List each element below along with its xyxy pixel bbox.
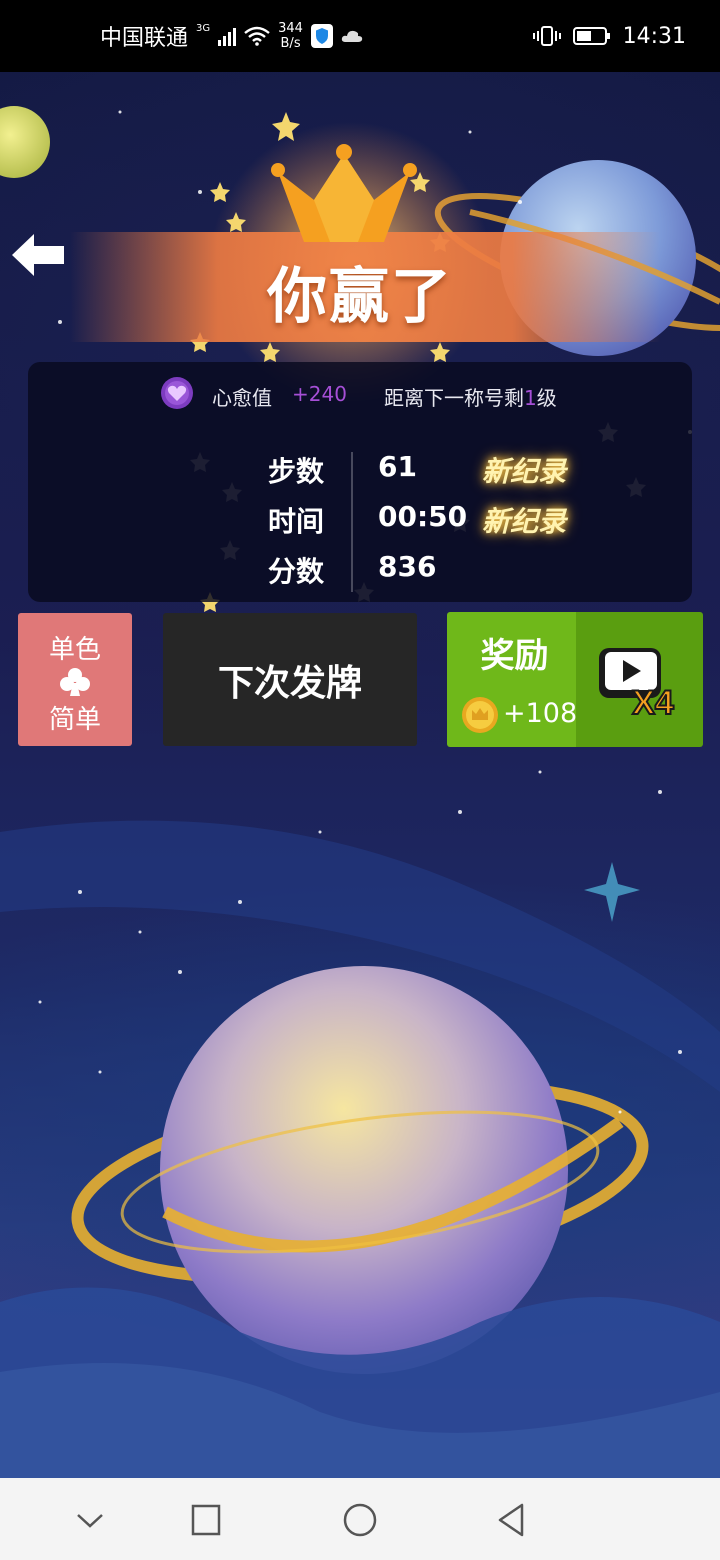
win-title: 你赢了	[267, 262, 453, 332]
reward-amount: +108	[503, 698, 578, 729]
reward-title: 奖励	[480, 636, 549, 676]
stat-label: 步数	[268, 455, 325, 488]
club-icon	[60, 668, 90, 696]
battery-icon	[572, 27, 610, 45]
signal-icon	[218, 26, 237, 46]
new-record-badge: 新纪录	[482, 455, 567, 488]
mode-difficulty: 简单	[48, 705, 101, 735]
video-play-icon: X4	[599, 648, 675, 722]
stat-value: 61	[378, 450, 417, 483]
next-title-prefix: 距离下一称号剩	[384, 386, 524, 410]
heal-value-row: 心愈值 +240 距离下一称号剩1级	[28, 377, 692, 411]
stat-row-time: 时间 00:50 新纪录	[28, 498, 692, 538]
stat-value: 836	[378, 550, 437, 583]
reward-multiplier: X4	[632, 684, 674, 722]
crown-icon	[271, 144, 417, 242]
moon-decoration	[0, 106, 50, 178]
purple-heart-icon	[161, 377, 193, 409]
stats-divider	[351, 452, 353, 592]
speed-value: 344	[278, 21, 303, 36]
heal-label: 心愈值	[212, 386, 272, 410]
difficulty-mode-button[interactable]: 单色 简单	[18, 613, 132, 746]
game-screen: 你赢了 心愈值 +240 距离下一称号剩1级 步数 61 新纪录 时间 00:5…	[0, 72, 720, 1478]
cloud-icon	[341, 30, 363, 42]
status-left: 中国联通 3G 344 B/s	[100, 20, 363, 52]
stat-row-score: 分数 836	[28, 548, 692, 588]
status-right: 14:31	[532, 23, 686, 49]
stat-label: 时间	[268, 505, 325, 538]
clock: 14:31	[622, 23, 686, 49]
heal-plus: +240	[292, 382, 347, 406]
network-type: 3G	[196, 22, 211, 34]
stat-label: 分数	[268, 555, 325, 588]
result-stats-panel: 心愈值 +240 距离下一称号剩1级 步数 61 新纪录 时间 00:50 新纪…	[28, 362, 692, 602]
collapse-icon[interactable]	[70, 1500, 110, 1540]
new-record-badge: 新纪录	[482, 505, 567, 538]
recents-icon[interactable]	[186, 1500, 226, 1540]
carrier-name: 中国联通	[100, 26, 189, 51]
next-deal-button[interactable]: 下次发牌	[163, 613, 417, 746]
wifi-icon	[244, 26, 270, 46]
vibrate-icon	[532, 26, 561, 46]
next-title-text: 距离下一称号剩1级	[384, 382, 557, 411]
mode-suit-count: 单色	[48, 635, 101, 665]
system-nav-bar	[0, 1478, 720, 1560]
network-speed: 344 B/s	[278, 21, 303, 51]
home-icon[interactable]	[340, 1500, 380, 1540]
reward-video-button[interactable]: 奖励 +108 X4	[447, 612, 703, 747]
coin-icon	[462, 697, 498, 733]
stat-row-steps: 步数 61 新纪录	[28, 448, 692, 488]
speed-unit: B/s	[280, 36, 301, 51]
next-title-levels: 1	[524, 386, 537, 410]
shield-icon	[310, 24, 333, 48]
stat-value: 00:50	[378, 500, 468, 533]
back-icon[interactable]	[492, 1500, 532, 1540]
status-bar: 中国联通 3G 344 B/s 14:31	[0, 0, 720, 72]
next-title-suffix: 级	[536, 386, 557, 410]
